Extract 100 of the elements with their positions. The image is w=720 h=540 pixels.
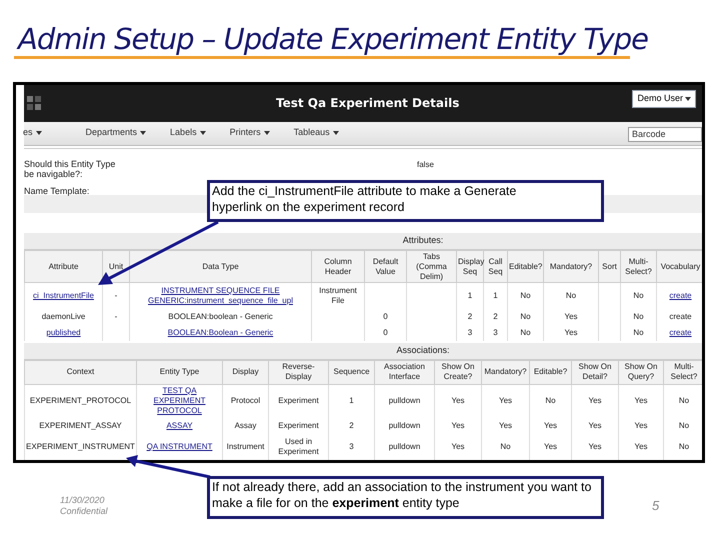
table-cell: Experiment bbox=[268, 384, 328, 417]
caret-icon bbox=[264, 131, 270, 136]
table-cell: daemonLive bbox=[24, 308, 102, 324]
table-cell: No bbox=[620, 282, 656, 308]
user-menu-button[interactable]: Demo User bbox=[632, 90, 696, 108]
table-cell: - bbox=[102, 308, 130, 324]
column-header: Default Value bbox=[364, 250, 406, 282]
table-cell: 0 bbox=[364, 324, 406, 340]
confidentiality-note: Confidential bbox=[60, 506, 108, 517]
column-header: Entity Type bbox=[136, 360, 222, 384]
column-header: Sequence bbox=[328, 360, 374, 384]
column-header: Display Seq bbox=[456, 250, 484, 282]
logo-icon bbox=[27, 96, 41, 110]
column-header: Association Interface bbox=[374, 360, 434, 384]
table-cell: No bbox=[482, 434, 530, 460]
table-cell: Yes bbox=[572, 417, 618, 434]
link[interactable]: ASSAY bbox=[138, 420, 221, 430]
table-cell: Experiment bbox=[268, 417, 328, 434]
table-cell: Instrument File bbox=[312, 282, 364, 308]
table-cell: 3 bbox=[328, 434, 374, 460]
callout-box: If not already there, add an association to the instrument you want to make a file for on the experiment entity type bbox=[207, 476, 604, 519]
nav-menu[interactable]: Tableaus bbox=[294, 126, 339, 140]
table-cell: 3 bbox=[456, 324, 484, 340]
table-cell: 2 bbox=[456, 308, 484, 324]
column-header: Column Header bbox=[312, 250, 364, 282]
nav-menu[interactable]: Labels bbox=[170, 126, 206, 140]
caret-icon bbox=[36, 131, 42, 136]
page-title: Test Qa Experiment Details bbox=[276, 95, 460, 112]
column-header: Multi-Select? bbox=[664, 360, 702, 384]
table-cell: Protocol bbox=[222, 384, 268, 417]
callout-box: Add the ci_InstrumentFile attribute to make a Generate hyperlink on the experiment record bbox=[207, 180, 604, 222]
table-cell: Yes bbox=[434, 434, 482, 460]
caret-icon bbox=[685, 97, 691, 101]
table-cell: 3 bbox=[484, 324, 508, 340]
table-cell: No bbox=[508, 282, 544, 308]
table-cell: pulldown bbox=[374, 384, 434, 417]
table-cell: Instrument bbox=[222, 434, 268, 460]
nav-menu[interactable]: Departments bbox=[86, 126, 146, 140]
table-cell: Yes bbox=[618, 384, 664, 417]
table-cell: No bbox=[664, 434, 702, 460]
table-cell: EXPERIMENT_PROTOCOL bbox=[24, 384, 136, 417]
table-cell: Yes bbox=[482, 384, 530, 417]
link[interactable]: INSTRUMENT SEQUENCE FILE GENERIC:instrument_sequence_file_upl bbox=[131, 286, 310, 306]
section-heading: Associations: bbox=[396, 344, 450, 357]
table-cell: 1 bbox=[456, 282, 484, 308]
field-label: Should this Entity Type be navigable?: bbox=[24, 158, 116, 179]
table-cell: Yes bbox=[530, 434, 572, 460]
column-header: Sort bbox=[598, 250, 620, 282]
column-header: Data Type bbox=[130, 250, 312, 282]
table-cell: 2 bbox=[328, 417, 374, 434]
link[interactable]: TEST QA EXPERIMENT PROTOCOL bbox=[138, 386, 221, 416]
table-cell: Yes bbox=[434, 384, 482, 417]
table-cell: No bbox=[620, 308, 656, 324]
table-cell: 2 bbox=[484, 308, 508, 324]
column-header: Multi-Select? bbox=[620, 250, 656, 282]
slide-date: 11/30/2020 bbox=[60, 495, 106, 506]
table-cell: BOOLEAN:boolean - Generic bbox=[130, 308, 312, 324]
table-cell: 1 bbox=[328, 384, 374, 417]
column-header: Context bbox=[24, 360, 136, 384]
table-cell: Yes bbox=[434, 417, 482, 434]
table-cell: 1 bbox=[484, 282, 508, 308]
column-header: Editable? bbox=[530, 360, 572, 384]
column-header: Attribute bbox=[24, 250, 102, 282]
nav-menu[interactable]: Printers bbox=[230, 126, 270, 140]
table-cell: Yes bbox=[618, 417, 664, 434]
column-header: Display bbox=[222, 360, 268, 384]
table-cell: Assay bbox=[222, 417, 268, 434]
table-cell: No bbox=[530, 384, 572, 417]
link[interactable]: QA INSTRUMENT bbox=[138, 442, 221, 452]
table-cell: No bbox=[544, 282, 598, 308]
link[interactable]: ci_InstrumentFile bbox=[26, 290, 101, 301]
nav-menu[interactable]: es bbox=[23, 126, 42, 140]
table-cell: pulldown bbox=[374, 434, 434, 460]
table-cell: No bbox=[620, 324, 656, 340]
link[interactable]: create bbox=[658, 328, 702, 338]
page-number: 5 bbox=[652, 497, 660, 515]
section-heading: Attributes: bbox=[402, 234, 444, 248]
table-cell: No bbox=[664, 384, 702, 417]
table-cell: Yes bbox=[572, 434, 618, 460]
table-cell: Yes bbox=[482, 417, 530, 434]
link[interactable]: create bbox=[658, 290, 702, 301]
column-header: Show On Query? bbox=[618, 360, 664, 384]
table-cell: Yes bbox=[618, 434, 664, 460]
column-header: Vocabulary bbox=[656, 250, 702, 282]
table-cell: pulldown bbox=[374, 417, 434, 434]
column-header: Mandatory? bbox=[482, 360, 530, 384]
table-cell: No bbox=[508, 308, 544, 324]
slide-title: Admin Setup – Update Experiment Entity Type bbox=[18, 25, 648, 54]
search-field[interactable]: Barcode bbox=[628, 126, 702, 142]
caret-icon bbox=[332, 131, 339, 136]
link[interactable]: BOOLEAN:Boolean - Generic bbox=[131, 328, 310, 338]
link[interactable]: published bbox=[26, 328, 101, 338]
table-cell: No bbox=[508, 324, 544, 340]
table-cell: Yes bbox=[530, 417, 572, 434]
table-cell: 0 bbox=[364, 308, 406, 324]
field-label: Name Template: bbox=[24, 186, 90, 196]
column-header: Reverse-Display bbox=[268, 360, 328, 384]
column-header: Show On Detail? bbox=[572, 360, 618, 384]
table-cell: No bbox=[664, 417, 702, 434]
table-cell: create bbox=[656, 308, 702, 324]
